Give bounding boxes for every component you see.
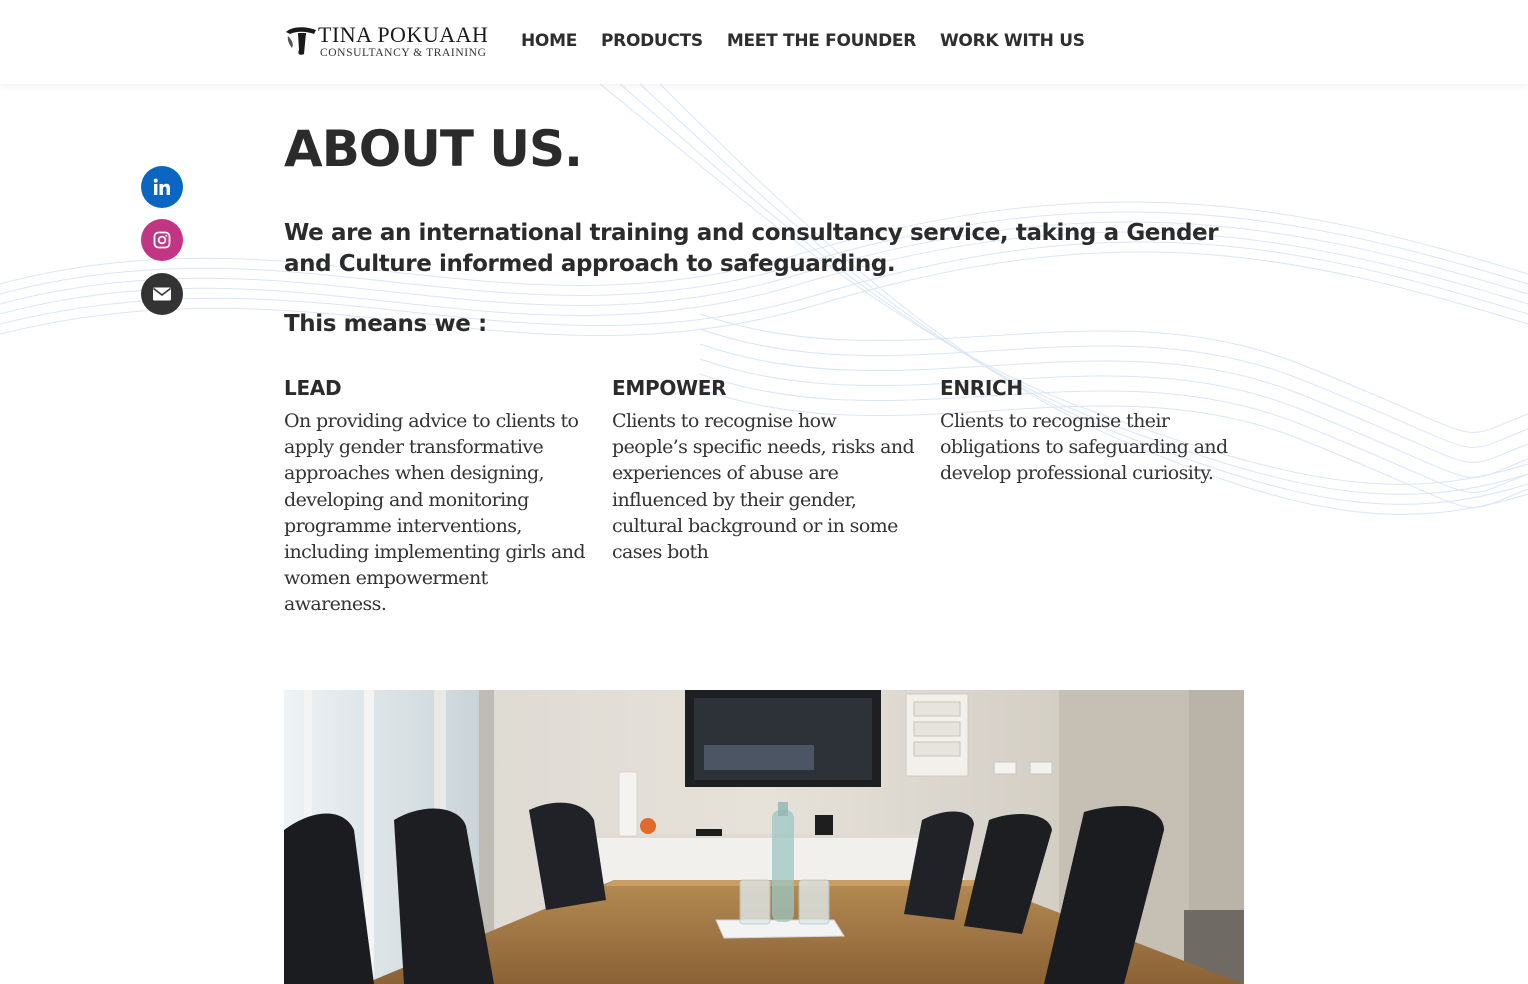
- linkedin-button[interactable]: [141, 166, 183, 208]
- nav-home[interactable]: HOME: [521, 31, 577, 51]
- nav-meet-the-founder[interactable]: MEET THE FOUNDER: [727, 31, 916, 51]
- linkedin-icon: [153, 178, 170, 195]
- means-heading: This means we :: [284, 311, 487, 337]
- instagram-icon: [153, 231, 171, 249]
- nav-work-with-us[interactable]: WORK WITH US: [940, 31, 1085, 51]
- site-logo[interactable]: TINA POKUAAH CONSULTANCY & TRAINING: [284, 22, 500, 64]
- column-heading: LEAD: [284, 376, 342, 400]
- email-icon: [153, 287, 171, 301]
- main-nav: HOME PRODUCTS MEET THE FOUNDER WORK WITH…: [521, 31, 1085, 51]
- logo-title: TINA POKUAAH: [318, 22, 489, 47]
- instagram-button[interactable]: [141, 219, 183, 261]
- page-title: ABOUT US.: [284, 120, 583, 178]
- nav-products[interactable]: PRODUCTS: [601, 31, 703, 51]
- column-empower: EMPOWER Clients to recognise how people’…: [612, 376, 916, 565]
- column-heading: ENRICH: [940, 376, 1023, 400]
- intro-text: We are an international training and con…: [284, 220, 1219, 277]
- column-text: Clients to recognise their obligations t…: [940, 410, 1228, 485]
- meeting-room-photo: [284, 690, 1244, 984]
- column-enrich: ENRICH Clients to recognise their obliga…: [940, 376, 1244, 487]
- email-button[interactable]: [141, 273, 183, 315]
- site-header: TINA POKUAAH CONSULTANCY & TRAINING HOME…: [0, 0, 1528, 84]
- meeting-room-illustration: [284, 690, 1244, 984]
- column-lead: LEAD On providing advice to clients to a…: [284, 376, 588, 618]
- logo-subtitle: CONSULTANCY & TRAINING: [320, 47, 487, 59]
- column-text: On providing advice to clients to apply …: [284, 410, 585, 616]
- column-text: Clients to recognise how people’s specif…: [612, 410, 915, 564]
- logo-mark-icon: [286, 27, 316, 55]
- column-heading: EMPOWER: [612, 376, 727, 400]
